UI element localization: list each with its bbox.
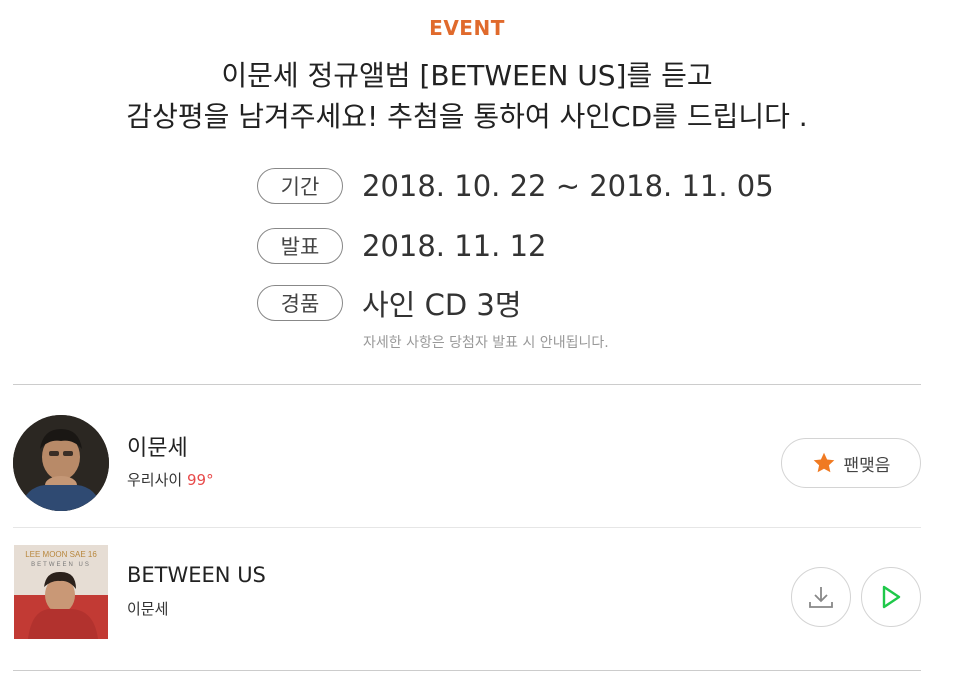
event-headline-line-2: 감상평을 남겨주세요! 추첨을 통하여 사인CD를 드립니다 . <box>126 100 808 133</box>
artist-name[interactable]: 이문세 <box>127 430 188 462</box>
prize-row: 경품 사인 CD 3명 <box>257 284 522 322</box>
album-title[interactable]: BETWEEN US <box>127 563 266 587</box>
divider <box>13 670 921 671</box>
announce-value: 2018. 11. 12 <box>362 229 547 263</box>
divider <box>13 527 921 528</box>
event-headline-line-1: 이문세 정규앨범 [BETWEEN US]를 듣고 <box>221 59 713 92</box>
announce-pill: 발표 <box>257 228 343 264</box>
announce-row: 발표 2018. 11. 12 <box>257 227 546 265</box>
play-icon <box>882 585 901 609</box>
closeness-degree: 99° <box>186 471 214 489</box>
event-label: EVENT <box>429 16 505 40</box>
prize-pill: 경품 <box>257 285 343 321</box>
closeness-label: 우리사이 <box>127 471 183 489</box>
star-icon <box>813 452 834 473</box>
album-artist[interactable]: 이문세 <box>127 598 168 619</box>
period-row: 기간 2018. 10. 22 ~ 2018. 11. 05 <box>257 167 774 205</box>
period-pill: 기간 <box>257 168 343 204</box>
play-button[interactable] <box>861 567 921 627</box>
divider <box>13 384 921 385</box>
artist-avatar[interactable] <box>13 415 109 511</box>
closeness-info: 우리사이 99° <box>127 469 214 490</box>
album-cover-title: LEE MOON SAE 16 <box>25 550 97 559</box>
fan-button-label: 팬맺음 <box>843 455 891 476</box>
event-note: 자세한 사항은 당첨자 발표 시 안내됩니다. <box>363 335 609 351</box>
download-button[interactable] <box>791 567 851 627</box>
period-value: 2018. 10. 22 ~ 2018. 11. 05 <box>362 169 774 203</box>
album-cover[interactable]: LEE MOON SAE 16 BETWEEN US <box>14 545 108 639</box>
fan-button[interactable]: 팬맺음 <box>781 438 921 488</box>
album-cover-subtitle: BETWEEN US <box>31 562 91 568</box>
prize-value: 사인 CD 3명 <box>362 288 522 322</box>
download-icon <box>809 587 833 608</box>
